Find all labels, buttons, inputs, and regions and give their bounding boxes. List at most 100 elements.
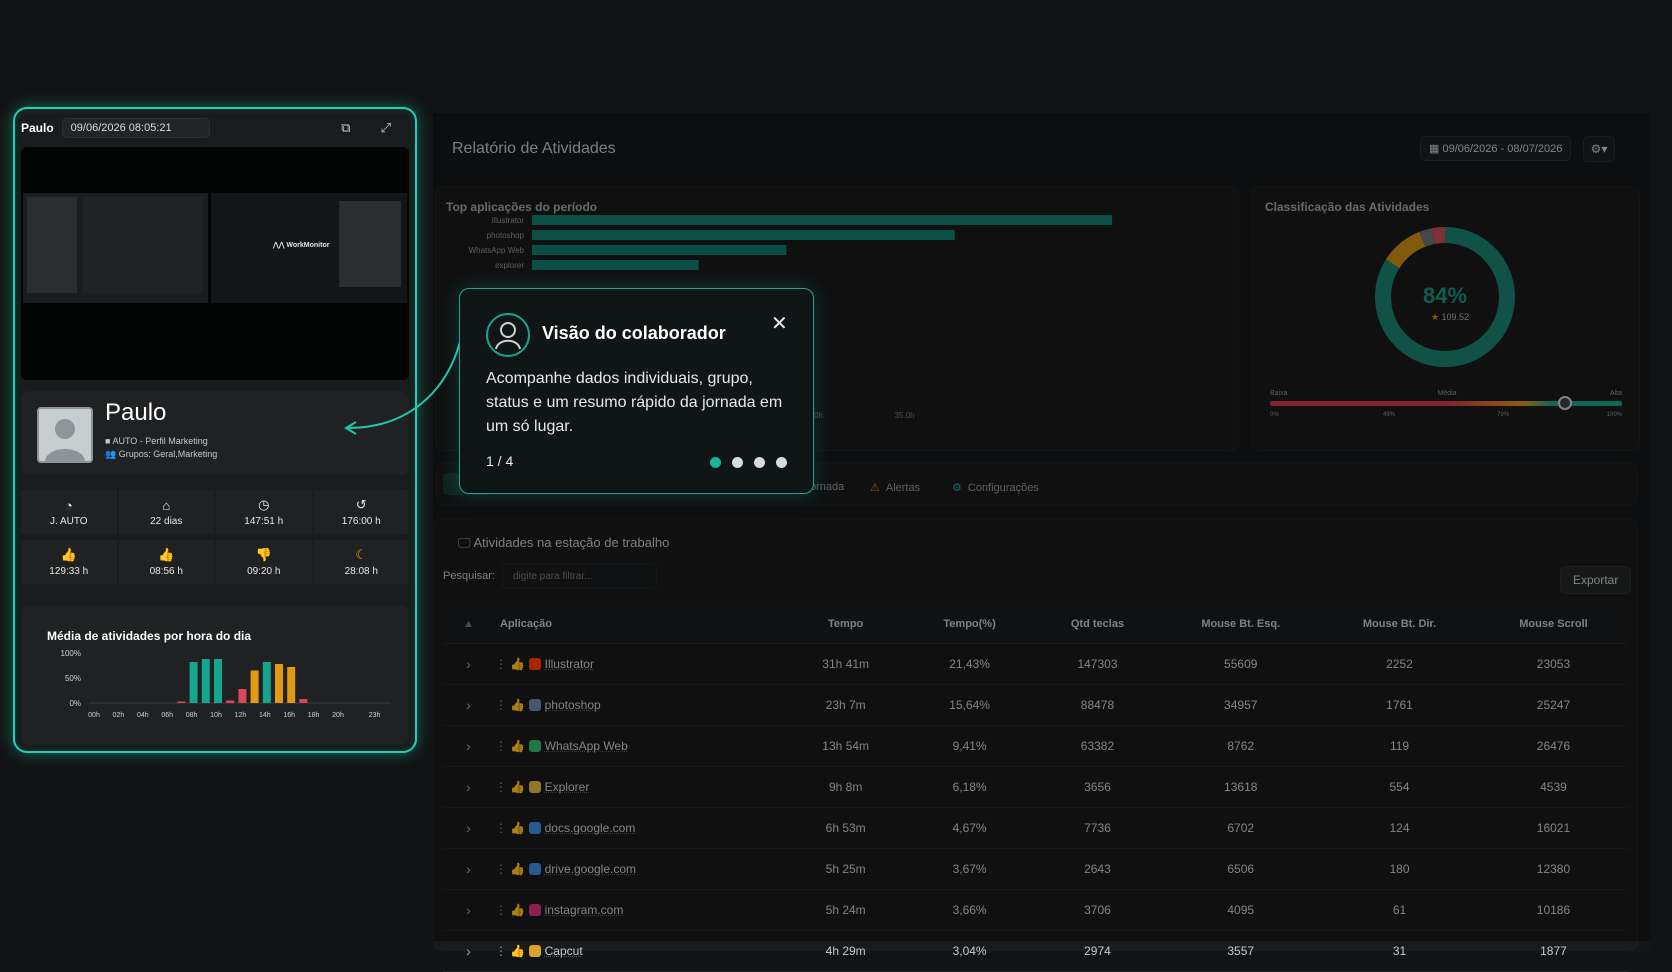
x-tick-label: 04h	[137, 712, 149, 719]
chevron-right-icon[interactable]: ›	[466, 902, 471, 918]
date-range-picker[interactable]: ▦ 09/06/2026 - 08/07/2026	[1420, 136, 1572, 161]
tab-alerts[interactable]: ⚠ Alertas	[870, 481, 920, 495]
kebab-menu-icon[interactable]: ⋮	[495, 739, 510, 753]
timestamp-field[interactable]: 09/06/2026 08:05:21	[61, 118, 210, 138]
chevron-right-icon[interactable]: ›	[466, 656, 471, 672]
app-name[interactable]: docs.google.com	[545, 821, 636, 835]
kebab-menu-icon[interactable]: ⋮	[495, 903, 510, 917]
column-header-left-click[interactable]: Mouse Bt. Esq.	[1161, 605, 1321, 644]
chevron-right-icon[interactable]: ›	[466, 861, 471, 877]
app-name[interactable]: Explorer	[545, 780, 590, 794]
monitor-icon: 🖵	[458, 535, 474, 550]
app-name[interactable]: Capcut	[545, 944, 583, 958]
chevron-right-icon[interactable]: ›	[466, 820, 471, 836]
app-bar[interactable]	[532, 260, 699, 270]
keys-cell: 2974	[1033, 930, 1162, 972]
kebab-menu-icon[interactable]: ⋮	[495, 780, 510, 794]
scale-tick: 79%	[1497, 412, 1510, 418]
app-name[interactable]: drive.google.com	[545, 862, 636, 876]
app-cell: ⋮ 👍 Explorer	[493, 766, 786, 808]
hourly-bar[interactable]	[226, 700, 235, 704]
column-header-scroll[interactable]: Mouse Scroll	[1478, 605, 1628, 644]
right-click-cell: 31	[1320, 930, 1479, 972]
kebab-menu-icon[interactable]: ⋮	[495, 821, 510, 835]
y-tick-label: 50%	[65, 674, 81, 683]
app-name[interactable]: WhatsApp Web	[545, 739, 628, 753]
classification-percent: 84%	[1423, 283, 1467, 308]
settings-dropdown-button[interactable]: ⚙▾	[1583, 136, 1615, 162]
tour-step-dot-2[interactable]	[732, 457, 743, 468]
stat-productive: 👍 129:33 h	[21, 540, 117, 584]
hourly-bar[interactable]	[275, 664, 283, 703]
column-header-time[interactable]: Tempo	[785, 605, 906, 644]
expand-chevron[interactable]: ›	[443, 766, 494, 808]
app-cell: ⋮ 👍 photoshop	[493, 684, 786, 726]
column-header-right-click[interactable]: Mouse Bt. Dir.	[1320, 605, 1479, 644]
app-cell: ⋮ 👍 Illustrator	[493, 643, 786, 685]
home-icon: ⌂	[162, 497, 171, 513]
export-button[interactable]: Exportar	[1560, 566, 1632, 594]
column-header-time-pct[interactable]: Tempo(%)	[905, 605, 1034, 644]
expand-icon[interactable]: ⤢	[381, 120, 391, 136]
kebab-menu-icon[interactable]: ⋮	[495, 657, 510, 671]
app-name[interactable]: Illustrator	[545, 657, 594, 671]
expand-chevron[interactable]: ›	[443, 643, 494, 685]
hourly-bar[interactable]	[214, 659, 222, 703]
app-name[interactable]: photoshop	[545, 698, 601, 712]
table-row[interactable]: › ⋮ 👍 docs.google.com 6h 53m 4,67% 7736 6702 1…	[443, 807, 1628, 849]
chevron-right-icon[interactable]: ›	[466, 779, 471, 795]
chevron-right-icon[interactable]: ›	[466, 738, 471, 754]
tab-journey[interactable]: ornada	[810, 481, 844, 493]
hourly-bar[interactable]	[189, 662, 198, 703]
keys-cell: 3656	[1033, 766, 1162, 808]
hourly-bar[interactable]	[238, 689, 247, 703]
google-drive-icon	[528, 863, 541, 875]
tour-step-dot-1[interactable]	[710, 457, 721, 468]
close-icon[interactable]: ✕	[771, 311, 788, 336]
tab-settings[interactable]: ⚙ Configurações	[952, 481, 1039, 495]
open-external-icon[interactable]: ⧉	[341, 120, 350, 136]
chevron-right-icon[interactable]: ›	[466, 943, 471, 959]
employee-name: Paulo	[105, 399, 167, 426]
table-row[interactable]: › ⋮ 👍 instagram.com 5h 24m 3,66% 3706 4095 61 1…	[443, 889, 1628, 931]
history-icon: ↺	[355, 497, 367, 512]
kebab-menu-icon[interactable]: ⋮	[495, 862, 510, 876]
kebab-menu-icon[interactable]: ⋮	[495, 698, 510, 712]
hourly-bar[interactable]	[287, 667, 296, 703]
table-row[interactable]: › ⋮ 👍 Capcut 4h 29m 3,04% 2974 3557 31 1877	[443, 930, 1628, 972]
app-bar[interactable]	[532, 245, 787, 255]
hourly-bar[interactable]	[250, 670, 259, 704]
expand-chevron[interactable]: ›	[443, 807, 494, 849]
table-row[interactable]: › ⋮ 👍 drive.google.com 5h 25m 3,67% 2643 6506…	[443, 848, 1628, 890]
kebab-menu-icon[interactable]: ⋮	[495, 944, 510, 958]
table-row[interactable]: › ⋮ 👍 Illustrator 31h 41m 21,43% 147303 55609…	[443, 643, 1628, 685]
hourly-bar[interactable]	[262, 662, 271, 703]
productive-icon: 👍	[510, 903, 526, 917]
table-row[interactable]: › ⋮ 👍 WhatsApp Web 13h 54m 9,41% 63382 8762 11…	[443, 725, 1628, 767]
hourly-bar[interactable]	[177, 701, 186, 704]
app-bar[interactable]	[532, 215, 1113, 225]
tour-step-dot-4[interactable]	[776, 457, 787, 468]
expand-chevron[interactable]: ›	[443, 725, 494, 767]
app-bar[interactable]	[532, 230, 955, 240]
app-name[interactable]: instagram.com	[545, 903, 624, 917]
table-row[interactable]: › ⋮ 👍 Explorer 9h 8m 6,18% 3656 13618 554 4539	[443, 766, 1628, 808]
search-input[interactable]	[502, 563, 657, 589]
hourly-bar[interactable]	[201, 659, 210, 703]
table-row[interactable]: › ⋮ 👍 photoshop 23h 7m 15,64% 88478 34957 1761…	[443, 684, 1628, 726]
employee-card-header: Paulo 09/06/2026 08:05:21 ⧉ ⤢	[21, 115, 409, 141]
chevron-right-icon[interactable]: ›	[466, 697, 471, 713]
column-header-app[interactable]: Aplicação	[493, 605, 786, 644]
stat-days: ⌂ 22 dias	[118, 490, 214, 534]
expand-chevron[interactable]: ›	[443, 684, 494, 726]
workmonitor-logo: ⋀⋀ WorkMonitor	[273, 242, 330, 249]
column-header-keys[interactable]: Qtd teclas	[1033, 605, 1162, 644]
hourly-bar[interactable]	[299, 699, 308, 703]
keys-cell: 7736	[1033, 807, 1162, 849]
expand-column-header[interactable]: ▲	[443, 605, 494, 644]
productive-icon: 👍	[60, 547, 77, 562]
tour-step-dot-3[interactable]	[754, 457, 765, 468]
expand-chevron[interactable]: ›	[443, 848, 494, 890]
expand-chevron[interactable]: ›	[443, 930, 494, 972]
expand-chevron[interactable]: ›	[443, 889, 494, 931]
